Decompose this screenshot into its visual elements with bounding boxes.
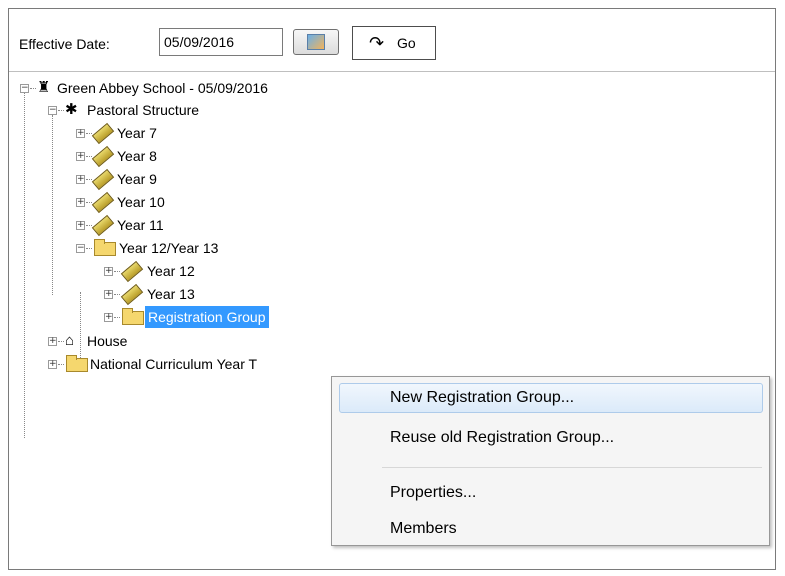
expand-icon[interactable]: + [104, 267, 113, 276]
year-group-icon [91, 214, 115, 237]
tree-node-label-selected: Registration Group [145, 306, 269, 328]
calendar-icon [307, 34, 325, 50]
effective-date-label: Effective Date: [19, 36, 110, 52]
menu-separator [382, 467, 762, 468]
year-group-icon [120, 260, 144, 283]
expand-icon[interactable]: + [76, 152, 85, 161]
tree-node-label: Green Abbey School - 05/09/2016 [57, 80, 268, 96]
collapse-icon[interactable]: − [20, 84, 29, 93]
year-group-icon [91, 145, 115, 168]
tree-line [80, 292, 81, 368]
expand-icon[interactable]: + [76, 221, 85, 230]
tree-node-label: Year 12 [147, 263, 195, 279]
toolbar: Effective Date: ↷ Go [9, 9, 775, 65]
year-group-icon [91, 122, 115, 145]
expand-icon[interactable]: + [104, 313, 113, 322]
context-menu: New Registration Group... Reuse old Regi… [331, 376, 770, 546]
menu-item-properties[interactable]: Properties... [390, 478, 476, 508]
year-group-icon [91, 191, 115, 214]
menu-item-new-registration-group[interactable]: New Registration Group... [390, 383, 574, 413]
house-icon: ⌂ [65, 332, 75, 349]
tree-line [24, 93, 25, 438]
tree-node-label: Year 7 [117, 125, 157, 141]
tree-node-label: Year 13 [147, 286, 195, 302]
tree-node-label: Year 12/Year 13 [119, 240, 219, 256]
open-folder-icon [94, 239, 116, 256]
tree-node-label: Year 11 [117, 217, 164, 233]
year-group-icon [91, 168, 115, 191]
expand-icon[interactable]: + [48, 337, 57, 346]
menu-item-reuse-registration-group[interactable]: Reuse old Registration Group... [390, 423, 614, 453]
redo-arrow-icon: ↷ [369, 33, 385, 53]
collapse-icon[interactable]: − [76, 244, 85, 253]
expand-icon[interactable]: + [48, 360, 57, 369]
tree-node-label: Year 10 [117, 194, 165, 210]
go-button-label: Go [397, 35, 416, 51]
school-icon: ♜ [37, 79, 51, 96]
expand-icon[interactable]: + [76, 175, 85, 184]
tree-node-label: Year 9 [117, 171, 157, 187]
collapse-icon[interactable]: − [48, 106, 57, 115]
tree-node-label: Year 8 [117, 148, 157, 164]
calendar-button[interactable] [293, 29, 339, 55]
expand-icon[interactable]: + [76, 198, 85, 207]
expand-icon[interactable]: + [104, 290, 113, 299]
tree-node-label: House [87, 333, 128, 349]
year-group-icon [120, 283, 144, 306]
tree-node-label: National Curriculum Year T [90, 356, 258, 372]
effective-date-input[interactable] [159, 28, 283, 56]
tree-line [52, 115, 53, 295]
menu-item-members[interactable]: Members [390, 514, 457, 544]
expand-icon[interactable]: + [76, 129, 85, 138]
folder-icon [122, 308, 144, 325]
tree-node-label: Pastoral Structure [87, 102, 200, 118]
folder-icon [66, 355, 88, 372]
pastoral-structure-icon: ✱ [65, 101, 78, 118]
go-button[interactable]: ↷ Go [352, 26, 436, 60]
